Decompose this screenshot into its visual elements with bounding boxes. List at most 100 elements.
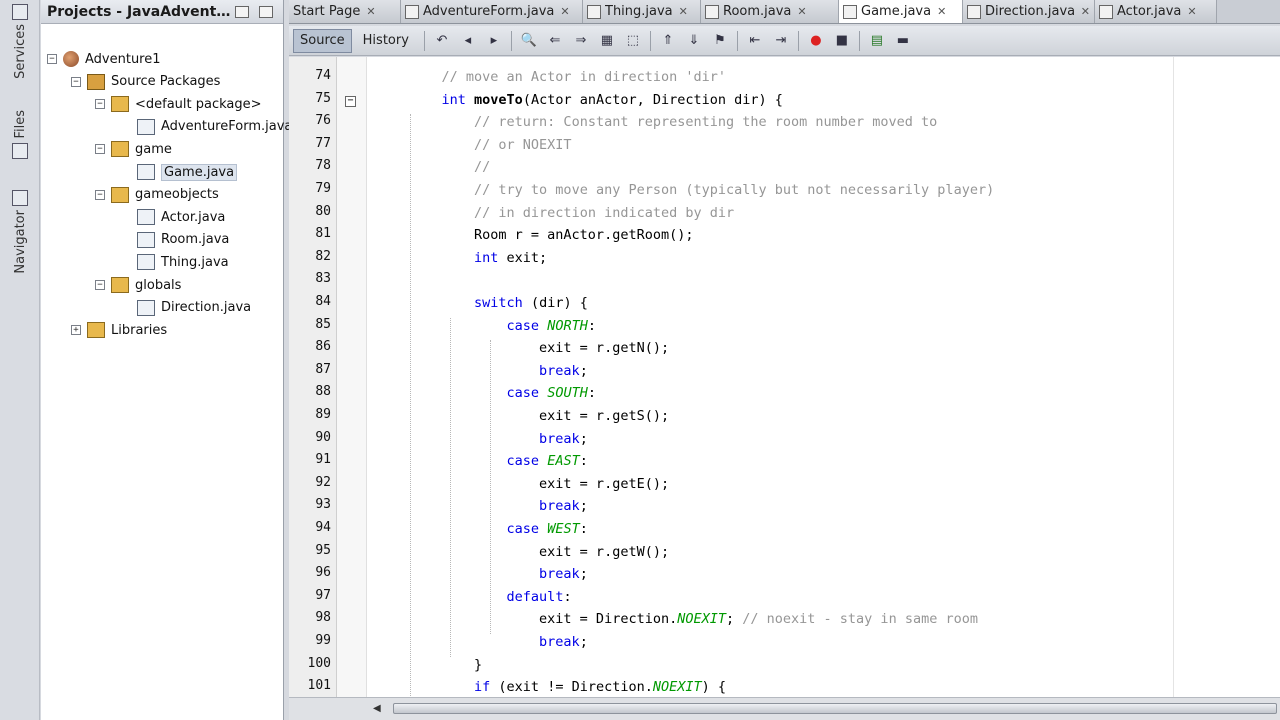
projects-header: Projects - JavaAdvent… [41, 0, 283, 24]
indent-guide [450, 317, 451, 657]
last-edit-icon[interactable]: ↶ [432, 31, 452, 51]
close-icon[interactable]: ✕ [560, 5, 569, 18]
package-icon [111, 96, 129, 113]
collapse-icon[interactable]: − [95, 144, 105, 155]
tree-node[interactable]: − Source Packages [71, 71, 220, 93]
stop-macro-icon[interactable]: ■ [832, 31, 852, 51]
toggle-highlight-icon[interactable]: ▦ [597, 31, 617, 51]
tab-start-page[interactable]: Start Page ✕ [289, 0, 401, 23]
uncomment-icon[interactable]: ▤ [867, 31, 887, 51]
services-icon [12, 4, 28, 20]
collapse-icon[interactable]: − [95, 99, 105, 110]
close-icon[interactable]: ✕ [1081, 5, 1090, 18]
tab-adventureform-java[interactable]: AdventureForm.java ✕ [401, 0, 583, 23]
tab-label: Start Page [293, 4, 361, 19]
java-file-icon [843, 4, 857, 19]
shift-left-icon[interactable]: ⇤ [745, 31, 765, 51]
minimize-panel-button[interactable] [235, 5, 249, 18]
scroll-left-icon[interactable]: ◀ [373, 703, 381, 714]
tree-node[interactable]: − <default package> [95, 93, 262, 115]
java-file-icon [705, 4, 719, 19]
line-number: 91 [315, 452, 331, 468]
tree-node[interactable]: − Adventure1 [47, 48, 161, 70]
code-line: exit = Direction.NOEXIT; // noexit - sta… [409, 611, 978, 628]
navigator-tab-label: Navigator [12, 210, 28, 274]
tree-node[interactable]: Direction.java [121, 297, 251, 319]
close-icon[interactable]: ✕ [366, 5, 375, 18]
tree-node[interactable]: AdventureForm.java [121, 116, 292, 138]
shift-right-icon[interactable]: ⇥ [771, 31, 791, 51]
code-line: } [409, 656, 483, 673]
java-file-icon [137, 231, 155, 248]
tree-node-label: Libraries [111, 322, 168, 338]
java-file-icon [967, 4, 981, 19]
tree-node[interactable]: Game.java [121, 161, 238, 183]
tree-node-label: Room.java [161, 232, 230, 248]
history-view-button[interactable]: History [356, 29, 416, 53]
tab-actor-java[interactable]: Actor.java ✕ [1095, 0, 1217, 23]
maximize-panel-button[interactable] [259, 5, 273, 18]
collapse-icon[interactable]: − [47, 54, 57, 64]
right-margin-line [1173, 57, 1174, 697]
navigator-tab[interactable]: Navigator [6, 190, 34, 274]
find-next-icon[interactable]: ⇒ [571, 31, 591, 51]
code-line: Room r = anActor.getRoom(); [409, 227, 694, 244]
line-number: 84 [315, 294, 331, 309]
find-icon[interactable]: 🔍 [519, 31, 539, 51]
code-line: // in direction indicated by dir [474, 204, 735, 221]
tab-direction-java[interactable]: Direction.java ✕ [963, 0, 1095, 23]
close-icon[interactable]: ✕ [937, 5, 946, 18]
code-line: int exit; [474, 249, 548, 266]
package-icon [111, 186, 129, 203]
files-tab[interactable]: Files [6, 110, 34, 163]
line-number: 74 [315, 68, 331, 83]
horizontal-scrollbar[interactable]: ◀ [289, 697, 1280, 720]
tree-node[interactable]: − globals [95, 274, 181, 296]
tree-node[interactable]: − gameobjects [95, 184, 219, 206]
line-number: 101 [307, 678, 331, 694]
tree-node[interactable]: Actor.java [121, 206, 225, 228]
tree-node[interactable]: + Libraries [71, 319, 167, 341]
tab-thing-java[interactable]: Thing.java ✕ [583, 0, 701, 23]
start-macro-icon[interactable]: ● [806, 31, 826, 51]
tab-game-java[interactable]: Game.java ✕ [839, 0, 963, 23]
next-bookmark-icon[interactable]: ⇓ [684, 31, 704, 51]
source-view-button[interactable]: Source [293, 28, 352, 53]
fold-toggle-icon[interactable]: − [345, 95, 356, 107]
side-strip: Services Files Navigator [0, 0, 40, 720]
projects-title[interactable]: Projects - JavaAdvent… [47, 4, 235, 20]
tree-node[interactable]: − game [95, 138, 172, 160]
tab-room-java[interactable]: Room.java ✕ [701, 0, 839, 23]
collapse-icon[interactable]: − [71, 76, 81, 87]
previous-bookmark-icon[interactable]: ⇑ [658, 31, 678, 51]
tab-label: Direction.java [985, 4, 1075, 19]
find-previous-icon[interactable]: ⇐ [545, 31, 565, 51]
line-number: 78 [315, 158, 331, 174]
line-number: 99 [315, 633, 331, 648]
toggle-bookmark-icon[interactable]: ⚑ [710, 31, 730, 51]
expand-icon[interactable]: + [71, 325, 81, 336]
close-icon[interactable]: ✕ [1187, 5, 1196, 18]
services-tab[interactable]: Services [6, 4, 34, 79]
code-line: // [474, 159, 491, 176]
back-icon[interactable]: ◂ [458, 31, 478, 51]
collapse-icon[interactable]: − [95, 189, 105, 200]
toolbar-separator [797, 30, 799, 51]
tab-label: AdventureForm.java [423, 4, 555, 19]
comment-icon[interactable]: ▬ [893, 31, 913, 51]
forward-icon[interactable]: ▸ [484, 31, 504, 51]
tree-node[interactable]: Room.java [121, 229, 229, 251]
close-icon[interactable]: ✕ [679, 5, 688, 18]
line-number: 86 [315, 339, 331, 355]
code-editor[interactable]: 74 75 76 77 78 79 80 81 82 83 84 85 86 87 88 89 90 91 92 93… [289, 57, 1280, 697]
scrollbar-thumb[interactable] [393, 703, 1277, 714]
collapse-icon[interactable]: − [95, 280, 105, 290]
files-tab-label: Files [12, 110, 28, 139]
close-icon[interactable]: ✕ [797, 5, 806, 18]
tree-node[interactable]: Thing.java [121, 251, 229, 273]
line-number: 89 [315, 407, 331, 422]
tree-node-label: Source Packages [111, 74, 221, 90]
rectangular-selection-icon[interactable]: ⬚ [623, 31, 643, 51]
tab-label: Thing.java [605, 4, 673, 19]
tree-node-label: gameobjects [135, 187, 219, 203]
